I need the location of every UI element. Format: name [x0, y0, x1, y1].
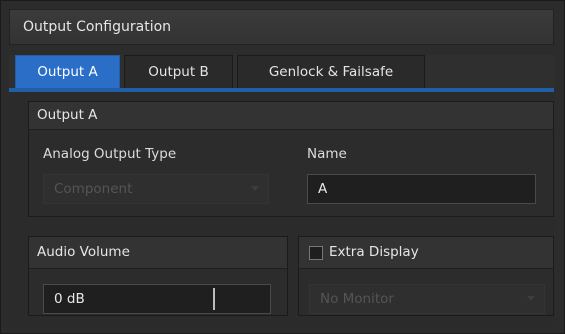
output-a-group: Output A Analog Output Type Component Na… — [28, 101, 554, 217]
output-configuration-window: Output Configuration Output A Output B G… — [0, 0, 565, 334]
monitor-select: No Monitor — [309, 284, 545, 314]
audio-volume-slider-handle[interactable] — [213, 288, 215, 310]
tab-output-a[interactable]: Output A — [15, 55, 120, 88]
window-title: Output Configuration — [23, 19, 172, 35]
tab-content: Output A Analog Output Type Component Na… — [9, 92, 554, 327]
extra-display-header: Extra Display — [299, 237, 553, 269]
audio-volume-slider[interactable]: 0 dB — [43, 284, 271, 314]
extra-display-label: Extra Display — [329, 244, 419, 260]
analog-output-type-value: Component — [54, 181, 133, 197]
name-label: Name — [307, 146, 347, 162]
audio-volume-header: Audio Volume — [29, 237, 287, 269]
audio-volume-value: 0 dB — [54, 291, 85, 307]
title-bar: Output Configuration — [9, 9, 554, 45]
analog-output-type-select: Component — [43, 174, 269, 204]
output-a-group-header: Output A — [29, 102, 553, 130]
monitor-select-value: No Monitor — [320, 291, 394, 307]
chevron-down-icon — [251, 186, 259, 191]
chevron-down-icon — [527, 296, 535, 301]
name-field[interactable]: A — [307, 174, 536, 204]
tab-genlock-failsafe[interactable]: Genlock & Failsafe — [237, 55, 425, 88]
extra-display-group: Extra Display No Monitor — [298, 236, 554, 316]
tab-output-b[interactable]: Output B — [124, 55, 233, 88]
extra-display-checkbox[interactable] — [309, 246, 323, 260]
audio-volume-group: Audio Volume 0 dB — [28, 236, 288, 316]
analog-output-type-label: Analog Output Type — [43, 146, 177, 162]
